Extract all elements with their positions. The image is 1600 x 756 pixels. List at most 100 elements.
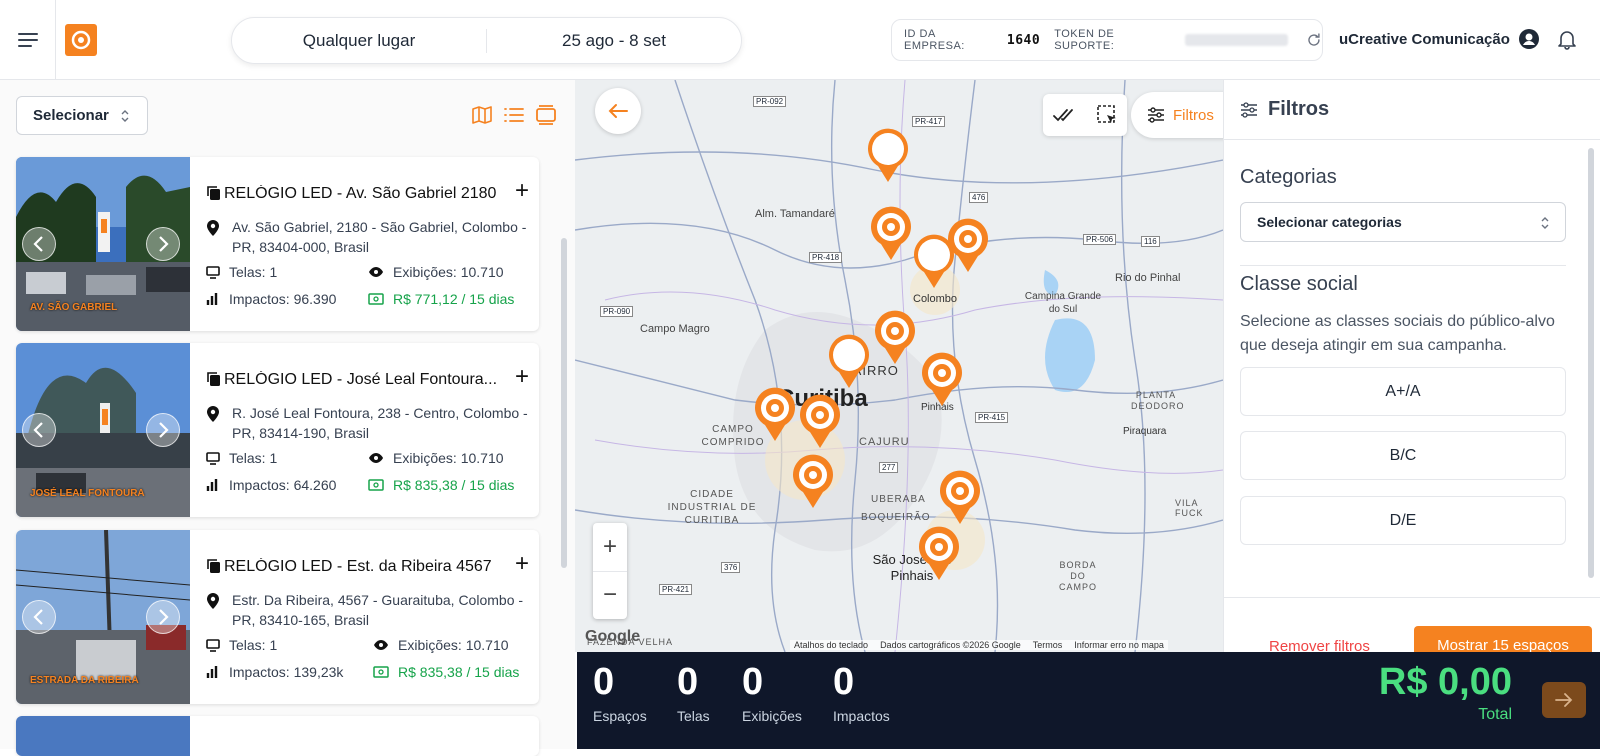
copy-icon[interactable] [206, 558, 222, 574]
space-info: RELÓGIO LED - Av. São Gabriel 2180 + Av.… [198, 157, 539, 331]
map-attribution: Atalhos do teclado Dados cartográficos ©… [790, 640, 1168, 650]
add-space-button[interactable]: + [515, 365, 529, 389]
menu-button[interactable] [0, 0, 56, 80]
company-menu[interactable]: uCreative Comunicação [1339, 28, 1540, 50]
map-pin-icon[interactable] [753, 387, 797, 443]
keyboard-shortcuts-link[interactable]: Atalhos do teclado [794, 640, 868, 650]
chevron-left-icon [33, 236, 43, 252]
space-info: RELÓGIO LED - Est. da Ribeira 4567 + Est… [198, 530, 539, 704]
map-filters-button[interactable]: Filtros [1131, 92, 1223, 138]
map-pin-icon[interactable] [798, 394, 842, 450]
logo-icon [71, 30, 91, 50]
impacts-text: Impactos: 96.390 [229, 291, 337, 307]
location-pin-icon [207, 220, 219, 236]
price-text: R$ 771,12 / 15 dias [393, 291, 515, 307]
prev-photo-button[interactable] [22, 227, 56, 261]
space-title[interactable]: RELÓGIO LED - Av. São Gabriel 2180 [224, 185, 502, 203]
copy-icon[interactable] [206, 371, 222, 387]
space-card[interactable]: AV. SÃO GABRIEL RELÓGIO LED - Av. São Ga… [16, 157, 539, 331]
map-view-icon[interactable] [471, 104, 493, 126]
filter-panel: Filtros Categorias Selecionar categorias… [1223, 80, 1600, 749]
road-badge: 376 [721, 562, 741, 573]
eye-icon [369, 453, 383, 463]
next-photo-button[interactable] [146, 600, 180, 634]
spaces-value: 0 [593, 661, 615, 703]
prev-photo-button[interactable] [22, 600, 56, 634]
space-price: R$ 835,38 / 15 dias [368, 477, 514, 493]
filter-panel-title: Filtros [1268, 98, 1330, 120]
add-space-button[interactable]: + [515, 179, 529, 203]
space-card[interactable]: JOSÉ LEAL FONTOURA RELÓGIO LED - José Le… [16, 343, 539, 517]
space-photo: JOSÉ LEAL FONTOURA [16, 343, 190, 517]
map-label: Campo Magro [640, 323, 710, 335]
map-pin-icon[interactable] [938, 470, 982, 526]
space-price: R$ 771,12 / 15 dias [368, 291, 514, 307]
prev-photo-button[interactable] [22, 413, 56, 447]
card-view-icon[interactable] [535, 104, 557, 126]
add-space-button[interactable]: + [515, 552, 529, 576]
exhibitions-count: Exibições: 10.710 [368, 264, 504, 280]
notifications-button[interactable] [1556, 28, 1578, 55]
map-pin-icon[interactable] [791, 454, 835, 510]
app-logo[interactable] [65, 24, 97, 56]
impacts-count: Impactos: 64.260 [206, 477, 336, 493]
filter-scrollbar[interactable] [1588, 148, 1594, 578]
chevron-left-icon [33, 422, 43, 438]
date-range-field[interactable]: 25 ago - 8 set [487, 31, 741, 51]
list-scrollbar[interactable] [561, 238, 567, 568]
space-photo: AV. SÃO GABRIEL [16, 157, 190, 331]
space-title[interactable]: RELÓGIO LED - Est. da Ribeira 4567 [224, 558, 502, 576]
impacts-text: Impactos: 139,23k [229, 664, 344, 680]
map-pin-icon[interactable] [873, 310, 917, 366]
continue-button[interactable] [1542, 682, 1586, 718]
company-id-value: 1640 [1006, 32, 1041, 48]
zoom-in-button[interactable]: + [593, 523, 627, 572]
user-avatar-icon [1518, 29, 1539, 49]
class-option-bc[interactable]: B/C [1240, 431, 1566, 480]
spaces-stat: 0 Espaços [593, 660, 647, 724]
select-area-icon[interactable] [1096, 104, 1118, 126]
bar-chart-icon [206, 479, 218, 491]
location-field[interactable]: Qualquer lugar [232, 31, 486, 51]
map-pin-icon[interactable] [917, 526, 961, 582]
social-class-heading: Classe social [1240, 273, 1358, 295]
report-error-link[interactable]: Informar erro no mapa [1074, 640, 1164, 650]
space-card[interactable] [16, 716, 539, 756]
class-option-de[interactable]: D/E [1240, 496, 1566, 545]
double-check-icon[interactable] [1052, 107, 1077, 123]
categories-select[interactable]: Selecionar categorias [1240, 202, 1566, 242]
map-label: BOQUEIRÃO [861, 512, 931, 523]
back-button[interactable] [595, 88, 641, 134]
map-view[interactable]: Alm. Tamandaré Colombo Campina Grande do… [575, 80, 1223, 652]
copy-icon[interactable] [206, 185, 222, 201]
road-badge: PR-418 [809, 252, 843, 263]
select-dropdown[interactable]: Selecionar [16, 96, 148, 135]
map-pin-icon[interactable] [920, 352, 964, 408]
screens-label: Telas [677, 707, 710, 724]
map-pin-icon[interactable] [912, 234, 956, 290]
map-pin-icon[interactable] [869, 206, 913, 262]
zoom-out-button[interactable]: − [593, 572, 627, 620]
screens-value: 0 [677, 661, 699, 703]
next-photo-button[interactable] [146, 227, 180, 261]
categories-heading: Categorias [1240, 166, 1337, 188]
bar-chart-icon [206, 666, 218, 678]
next-photo-button[interactable] [146, 413, 180, 447]
screens-text: Telas: 1 [229, 264, 278, 280]
list-view-icon[interactable] [503, 104, 525, 126]
money-icon [373, 666, 389, 678]
class-option-a[interactable]: A+/A [1240, 367, 1566, 416]
zoom-control: + − [593, 523, 627, 619]
view-toggle [471, 104, 557, 126]
map-pin-icon[interactable] [866, 128, 910, 184]
exhibitions-count: Exibições: 10.710 [373, 637, 509, 653]
space-title[interactable]: RELÓGIO LED - José Leal Fontoura... [224, 371, 502, 389]
map-pin-icon[interactable] [827, 334, 871, 390]
refresh-icon[interactable] [1306, 32, 1322, 48]
space-address: R. José Leal Fontoura, 238 - Centro, Col… [232, 405, 528, 441]
terms-link[interactable]: Termos [1033, 640, 1063, 650]
space-card[interactable]: ESTRADA DA RIBEIRA RELÓGIO LED - Est. da… [16, 530, 539, 704]
map-label: Alm. Tamandaré [755, 208, 835, 220]
search-pill[interactable]: Qualquer lugar 25 ago - 8 set [231, 17, 742, 64]
impacts-value: 0 [833, 661, 855, 703]
